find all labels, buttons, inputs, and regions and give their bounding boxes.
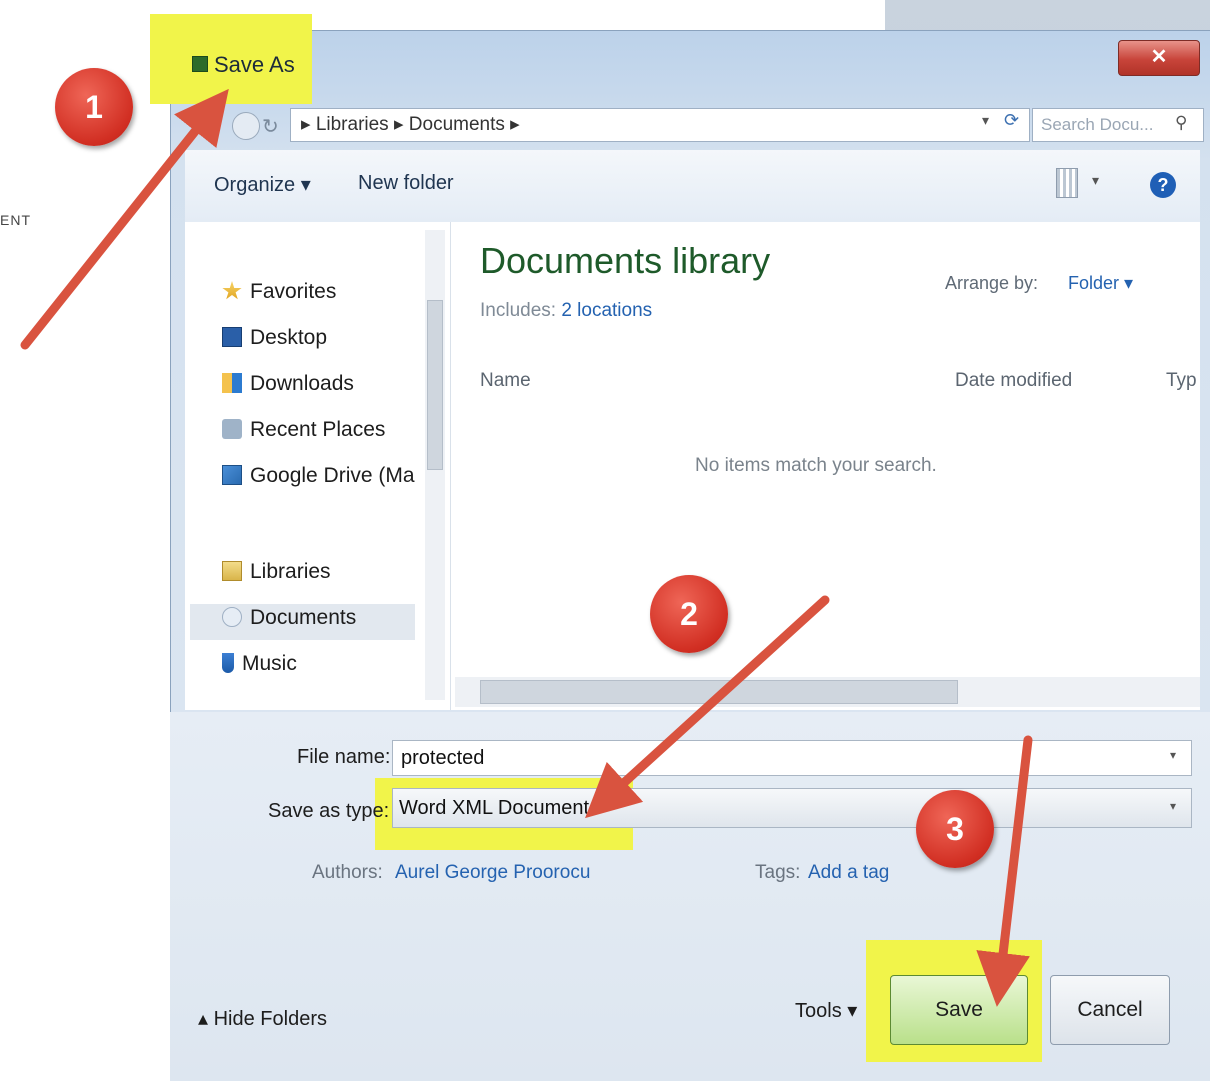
- save-type-select[interactable]: Word XML Document: [392, 788, 1192, 828]
- views-icon[interactable]: [1056, 168, 1078, 198]
- nav-item-label: Downloads: [250, 372, 354, 395]
- callout-3: 3: [916, 790, 994, 868]
- nav-item-desktop[interactable]: Desktop: [222, 326, 327, 356]
- nav-item-label: Recent Places: [250, 418, 386, 441]
- views-dropdown-icon[interactable]: ▾: [1092, 172, 1099, 189]
- nav-item-downloads[interactable]: Downloads: [222, 372, 354, 402]
- star-icon: [222, 281, 242, 300]
- toolbar: [185, 150, 1200, 223]
- nav-item-label: Libraries: [250, 560, 331, 583]
- library-title: Documents library: [480, 240, 771, 281]
- documents-icon: [222, 607, 242, 627]
- google-drive-icon: [222, 465, 242, 485]
- tags-label: Tags:: [755, 862, 801, 883]
- back-button[interactable]: [232, 112, 260, 140]
- locations-link[interactable]: 2 locations: [561, 300, 652, 321]
- file-name-dropdown-icon[interactable]: ▾: [1170, 748, 1176, 762]
- address-dropdown-icon[interactable]: ▾: [982, 112, 989, 129]
- arrange-by-dropdown[interactable]: Folder ▾: [1068, 273, 1133, 294]
- nav-item-label: Favorites: [250, 280, 337, 303]
- authors-link[interactable]: Aurel George Proorocu: [395, 862, 590, 884]
- refresh-icon[interactable]: ⟳: [1004, 110, 1019, 131]
- cancel-button[interactable]: Cancel: [1050, 975, 1170, 1045]
- nav-item-label: Music: [242, 652, 297, 675]
- horizontal-scrollbar-thumb[interactable]: [480, 680, 958, 704]
- background-edge-text: ENT: [0, 212, 31, 228]
- save-button[interactable]: Save: [890, 975, 1028, 1045]
- arrange-by-label: Arrange by:: [945, 273, 1039, 293]
- nav-item-label: Google Drive (Ma: [250, 464, 415, 487]
- organize-button[interactable]: Organize ▾: [214, 172, 311, 197]
- nav-item-label: Documents: [250, 606, 357, 629]
- downloads-icon: [222, 373, 242, 393]
- includes-label: Includes:: [480, 300, 557, 321]
- save-type-dropdown-icon[interactable]: ▾: [1170, 799, 1176, 813]
- library-includes: Includes: 2 locations: [480, 300, 652, 322]
- nav-item-libraries[interactable]: Libraries: [222, 560, 331, 590]
- forward-icon[interactable]: ↻: [262, 114, 279, 139]
- nav-item-label: Desktop: [250, 326, 328, 349]
- dialog-title: Save As: [214, 52, 295, 77]
- nav-item-recent-places[interactable]: Recent Places: [222, 418, 385, 448]
- music-icon: [222, 653, 234, 673]
- save-type-label: Save as type:: [268, 800, 390, 822]
- file-name-input[interactable]: protected: [392, 740, 1192, 776]
- column-header-type[interactable]: Typ: [1166, 370, 1197, 392]
- hide-folders-button[interactable]: ▴ Hide Folders: [198, 1006, 327, 1031]
- word-app-icon: [192, 56, 208, 72]
- address-bar[interactable]: ▸ Libraries ▸ Documents ▸: [290, 108, 1030, 142]
- file-name-label: File name:: [297, 746, 391, 768]
- new-folder-button[interactable]: New folder: [358, 172, 454, 195]
- nav-item-documents[interactable]: Documents: [222, 606, 356, 636]
- column-header-name[interactable]: Name: [480, 370, 531, 392]
- nav-item-music[interactable]: Music: [222, 652, 297, 682]
- authors-label: Authors:: [312, 862, 383, 883]
- search-icon[interactable]: ⚲: [1175, 113, 1187, 133]
- add-tag-link[interactable]: Add a tag: [808, 862, 889, 884]
- recent-places-icon: [222, 419, 242, 439]
- nav-item-google-drive[interactable]: Google Drive (Ma: [222, 464, 415, 494]
- libraries-icon: [222, 561, 242, 581]
- close-button[interactable]: ✕: [1118, 40, 1200, 76]
- callout-2: 2: [650, 575, 728, 653]
- nav-item-favorites[interactable]: Favorites: [222, 280, 336, 310]
- column-header-date-modified[interactable]: Date modified: [955, 370, 1072, 392]
- callout-1: 1: [55, 68, 133, 146]
- tools-button[interactable]: Tools ▾: [795, 998, 857, 1023]
- desktop-icon: [222, 327, 242, 347]
- nav-scrollbar-thumb[interactable]: [427, 300, 443, 470]
- empty-list-message: No items match your search.: [695, 455, 937, 476]
- help-icon[interactable]: ?: [1150, 172, 1176, 198]
